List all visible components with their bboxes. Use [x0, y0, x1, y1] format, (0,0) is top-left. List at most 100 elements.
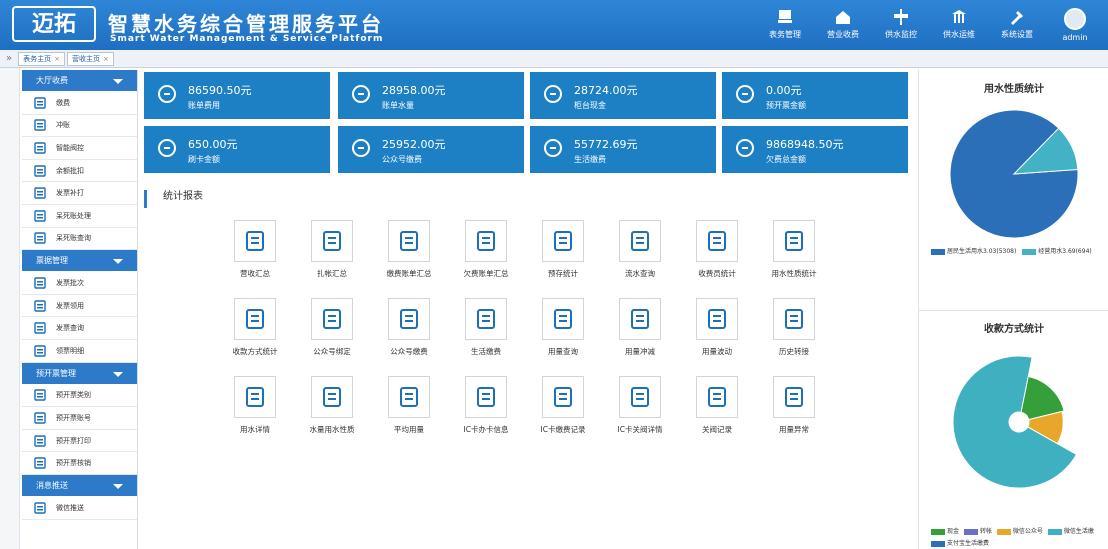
report-tile[interactable]: 用量冲减 — [605, 298, 675, 357]
report-tile[interactable]: 用水详情 — [220, 376, 290, 435]
tab-revenue-home[interactable]: 营收主页 × — [67, 51, 114, 66]
report-tile[interactable]: 收款方式统计 — [220, 298, 290, 357]
report-tile[interactable]: 营收汇总 — [220, 220, 290, 279]
logo: 迈拓 — [12, 6, 96, 42]
report-tile[interactable]: 历史转接 — [759, 298, 829, 357]
report-icon — [477, 309, 495, 329]
report-icon — [708, 387, 726, 407]
sidebar-item[interactable]: 预开票核销 — [22, 452, 137, 475]
menu-item-icon — [34, 97, 46, 109]
sidebar-item[interactable]: 预开票类别 — [22, 385, 137, 408]
sidebar-item-label: 预开票账号 — [56, 413, 91, 422]
report-icon — [400, 231, 418, 251]
report-tile[interactable]: 公众号缴费 — [374, 298, 444, 357]
report-label: 欠费账单汇总 — [463, 269, 509, 278]
chart1-legend: 居民生活用水3.03(5308) 经营用水3.69(694) — [931, 246, 1092, 255]
settings-icon — [1011, 11, 1023, 25]
app-title: 智慧水务综合管理服务平台 — [108, 12, 384, 36]
sidebar-item[interactable]: 发票批次 — [22, 272, 137, 295]
menu-item-icon — [34, 164, 46, 177]
report-tile[interactable]: IC卡关阀详情 — [605, 376, 675, 435]
sidebar-item[interactable]: 发票领用 — [22, 295, 137, 318]
tab-meter-home[interactable]: 表务主页 × — [18, 51, 65, 66]
nav-user-admin[interactable]: admin — [1046, 0, 1104, 50]
sidebar-item[interactable]: 领票明细 — [22, 340, 137, 363]
sidebar-item[interactable]: 呆死账处理 — [22, 205, 137, 228]
user-avatar-icon — [1064, 8, 1086, 30]
legend-swatch — [996, 528, 1011, 535]
report-tile[interactable]: 关阀记录 — [682, 376, 752, 435]
sidebar-item[interactable]: 智能阀控 — [22, 137, 137, 160]
report-tile[interactable]: 公众号绑定 — [297, 298, 367, 357]
collapse-strip[interactable] — [0, 68, 20, 549]
legend-swatch — [1022, 248, 1037, 255]
nav-supply-maintenance[interactable]: 供水运维 — [930, 0, 988, 50]
app-header: 迈拓 智慧水务综合管理服务平台 Smart Water Management &… — [0, 0, 1108, 50]
stat-icon — [158, 85, 176, 103]
report-label: 公众号缴费 — [390, 347, 428, 356]
stat-label: 生活缴费 — [574, 155, 606, 164]
sidebar-group-header[interactable]: 消息推送 — [22, 474, 137, 497]
sidebar-item[interactable]: 余额批扣 — [22, 160, 137, 183]
sidebar-item[interactable]: 发票补打 — [22, 182, 137, 205]
legend-swatch — [931, 528, 945, 535]
stat-amount: 86590.50元 — [188, 84, 252, 97]
sidebar-item[interactable]: 微信推送 — [22, 497, 137, 520]
menu-item-icon — [34, 434, 46, 447]
caret-down-icon — [113, 259, 123, 265]
close-icon[interactable]: × — [54, 55, 60, 63]
report-tile[interactable]: 水量用水性质 — [297, 376, 367, 435]
report-icon-box — [619, 220, 661, 262]
sidebar-group-header[interactable]: 预开票管理 — [22, 362, 137, 385]
report-tile[interactable]: 用量波动 — [682, 298, 752, 357]
menu-item-icon — [34, 277, 46, 289]
report-tile[interactable]: 收费员统计 — [682, 220, 752, 279]
sidebar-item[interactable]: 预开票打印 — [22, 430, 137, 453]
report-tile[interactable]: 生活缴费 — [451, 298, 521, 357]
sidebar-item[interactable]: 呆死账查询 — [22, 228, 137, 251]
nav-system-settings[interactable]: 系统设置 — [988, 0, 1046, 50]
sidebar-item[interactable]: 发票查询 — [22, 317, 137, 340]
report-label: 生活缴费 — [471, 347, 501, 356]
report-icon-box — [619, 376, 661, 418]
nav-supply-monitor[interactable]: 供水监控 — [872, 0, 930, 50]
menu-item-icon — [34, 345, 46, 357]
stat-label: 预开票金额 — [766, 101, 806, 110]
report-icon — [323, 309, 341, 329]
report-icon — [246, 309, 264, 329]
sidebar-item[interactable]: 冲账 — [22, 115, 137, 138]
report-icon — [554, 231, 572, 251]
water-type-pie-chart — [949, 109, 1079, 239]
report-icon-box — [542, 298, 584, 340]
report-tile[interactable]: IC卡办卡信息 — [451, 376, 521, 435]
report-tile[interactable]: 预存统计 — [528, 220, 598, 279]
chart2-title: 收款方式统计 — [984, 324, 1044, 335]
menu-item-icon — [34, 299, 46, 312]
report-icon-box — [696, 376, 738, 418]
sidebar-group-header[interactable]: 票据管理 — [22, 250, 137, 273]
sidebar-item[interactable]: 预开票账号 — [22, 407, 137, 430]
report-tile[interactable]: 流水查询 — [605, 220, 675, 279]
sidebar-item[interactable]: 缴费 — [22, 92, 137, 115]
report-tile[interactable]: 扎帐汇总 — [297, 220, 367, 279]
report-tile[interactable]: 用水性质统计 — [759, 220, 829, 279]
report-tile[interactable]: 用量异常 — [759, 376, 829, 435]
stat-amount: 28958.00元 — [382, 84, 446, 97]
stat-icon — [158, 139, 176, 157]
sidebar-group-header[interactable]: 大厅收费 — [22, 70, 137, 92]
tab-scroll-icon[interactable]: » — [6, 53, 12, 64]
report-icon-box — [388, 298, 430, 340]
report-tile[interactable]: 用量查询 — [528, 298, 598, 357]
report-icon — [631, 387, 649, 407]
stat-icon — [736, 85, 754, 103]
report-tile[interactable]: 缴费账单汇总 — [374, 220, 444, 279]
nav-billing[interactable]: 营业收费 — [814, 0, 872, 50]
close-icon[interactable]: × — [103, 55, 109, 63]
report-tile[interactable]: 平均用量 — [374, 376, 444, 435]
report-tile[interactable]: 欠费账单汇总 — [451, 220, 521, 279]
report-icon-box — [542, 376, 584, 418]
nav-meter-management[interactable]: 表务管理 — [756, 0, 814, 50]
report-tile[interactable]: IC卡缴费记录 — [528, 376, 598, 435]
caret-down-icon — [113, 79, 123, 84]
report-icon — [785, 387, 803, 407]
